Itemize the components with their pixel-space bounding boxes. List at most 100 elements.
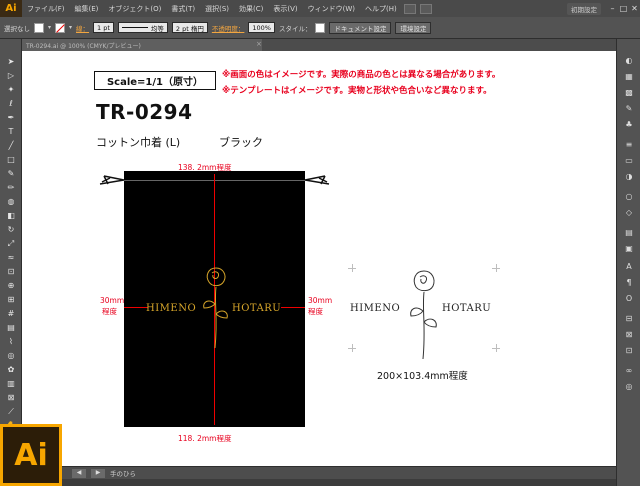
rotate-tool-icon[interactable]: ↻: [5, 225, 17, 235]
artboard-nav-next[interactable]: ▶: [91, 468, 105, 478]
workspace-switcher[interactable]: 初期設定: [567, 2, 601, 15]
menu-window[interactable]: ウィンドウ(W): [303, 4, 360, 14]
gradient-tool-icon[interactable]: ▤: [5, 323, 17, 333]
color-panel-icon[interactable]: ◐: [623, 55, 635, 66]
right-margin-label: 30mm: [308, 296, 333, 305]
shape-builder-icon[interactable]: ⊕: [5, 281, 17, 291]
paragraph-icon[interactable]: ¶: [623, 277, 635, 288]
menu-object[interactable]: オブジェクト(O): [103, 4, 166, 14]
links-icon[interactable]: ∞: [623, 365, 635, 376]
menu-type[interactable]: 書式(T): [166, 4, 200, 14]
bridge-icon[interactable]: [403, 3, 416, 14]
free-transform-icon[interactable]: ⊡: [5, 267, 17, 277]
left-margin-line: [124, 307, 148, 308]
logo-text-left: HIMENO: [146, 303, 197, 314]
brushes-icon[interactable]: ✎: [623, 103, 635, 114]
menu-bar: Ai ファイル(F) 編集(E) オブジェクト(O) 書式(T) 選択(S) 効…: [0, 0, 640, 17]
paintbrush-icon[interactable]: ✎: [5, 169, 17, 179]
style-label: スタイル：: [278, 24, 312, 33]
eraser-icon[interactable]: ◧: [5, 211, 17, 221]
opacity-field[interactable]: 100%: [248, 22, 275, 33]
maximize-icon[interactable]: □: [618, 4, 629, 13]
illustrator-window: Ai ファイル(F) 編集(E) オブジェクト(O) 書式(T) 選択(S) 効…: [0, 0, 640, 486]
selection-tool-icon[interactable]: ➤: [5, 57, 17, 67]
menu-edit[interactable]: 編集(E): [70, 4, 104, 14]
stroke-label[interactable]: 線：: [76, 23, 89, 33]
artboard-nav-first[interactable]: ◀: [72, 468, 86, 478]
pen-tool-icon[interactable]: ✒: [5, 113, 17, 123]
transform-icon[interactable]: ⊡: [623, 345, 635, 356]
stroke-weight-field[interactable]: 1 pt: [93, 22, 114, 33]
close-window-icon[interactable]: ✕: [629, 4, 640, 13]
pathfinder-icon[interactable]: ⊠: [623, 329, 635, 340]
stroke-preview: [121, 27, 148, 28]
current-tool-status[interactable]: 手のひら: [110, 468, 136, 478]
line-tool-icon[interactable]: ╱: [5, 141, 17, 151]
mesh-tool-icon[interactable]: #: [5, 309, 17, 319]
crop-mark: [496, 344, 497, 352]
navigator-icon[interactable]: ◎: [623, 381, 635, 392]
logo-preview-text-right: HOTARU: [442, 303, 492, 314]
arrange-documents-icon[interactable]: [419, 3, 432, 14]
menu-select[interactable]: 選択(S): [200, 4, 234, 14]
layers-icon[interactable]: ▤: [623, 227, 635, 238]
swatches-icon[interactable]: ▩: [623, 87, 635, 98]
symbol-sprayer-icon[interactable]: ✿: [5, 365, 17, 375]
product-code: TR-0294: [96, 100, 193, 124]
opentype-icon[interactable]: O: [623, 293, 635, 304]
eyedropper-icon[interactable]: ⌇: [5, 337, 17, 347]
brush-definition[interactable]: 2 pt 楕円: [171, 22, 208, 33]
color-disclaimer: ※画面の色はイメージです。実際の商品の色とは異なる場合があります。: [222, 70, 501, 80]
close-icon[interactable]: ×: [256, 40, 262, 48]
perspective-grid-icon[interactable]: ⊞: [5, 295, 17, 305]
type-tool-icon[interactable]: T: [5, 127, 17, 137]
logo-size-label: 200×103.4mm程度: [377, 371, 468, 382]
variable-width-profile[interactable]: 均等: [117, 22, 168, 33]
menu-effect[interactable]: 効果(C): [234, 4, 268, 14]
logo-preview-text-left: HIMENO: [350, 303, 401, 314]
document-tab[interactable]: TR-0294.ai @ 100% (CMYK/プレビュー): [22, 39, 262, 51]
align-icon[interactable]: ⊟: [623, 313, 635, 324]
stroke-panel-icon[interactable]: ≡: [623, 139, 635, 150]
minimize-icon[interactable]: –: [607, 4, 618, 13]
scale-tool-icon[interactable]: ⤢: [5, 239, 17, 249]
gradient-panel-icon[interactable]: ▭: [623, 155, 635, 166]
menu-file[interactable]: ファイル(F): [22, 4, 70, 14]
character-icon[interactable]: A: [623, 261, 635, 272]
color-guide-icon[interactable]: ▦: [623, 71, 635, 82]
magic-wand-icon[interactable]: ✦: [5, 85, 17, 95]
opacity-label[interactable]: 不透明度：: [212, 23, 245, 33]
status-bar: ◀ ▶ 手のひら: [22, 466, 616, 479]
graphic-style-swatch[interactable]: [315, 22, 326, 33]
menu-view[interactable]: 表示(V): [268, 4, 302, 14]
pencil-icon[interactable]: ✏: [5, 183, 17, 193]
slice-tool-icon[interactable]: ⟋: [5, 407, 17, 417]
rectangle-tool-icon[interactable]: □: [5, 155, 17, 165]
chevron-down-icon[interactable]: ▾: [69, 24, 72, 31]
artboards-icon[interactable]: ▣: [623, 243, 635, 254]
graphic-styles-icon[interactable]: ◇: [623, 207, 635, 218]
control-bar: 選択なし ▾ ▾ 線： 1 pt 均等 2 pt 楕円 不透明度： 100% ス…: [0, 17, 640, 39]
fill-swatch[interactable]: [34, 22, 44, 33]
stroke-swatch[interactable]: [55, 22, 66, 33]
right-margin-label-2: 程度: [308, 307, 323, 316]
menu-help[interactable]: ヘルプ(H): [360, 4, 402, 14]
transparency-icon[interactable]: ◑: [623, 171, 635, 182]
direct-selection-tool-icon[interactable]: ▷: [5, 71, 17, 81]
right-margin-line: [281, 307, 305, 308]
preferences-button[interactable]: 環境設定: [395, 21, 432, 34]
symbols-icon[interactable]: ♣: [623, 119, 635, 130]
lasso-icon[interactable]: ℓ: [5, 99, 17, 109]
chevron-down-icon[interactable]: ▾: [48, 24, 51, 31]
warp-tool-icon[interactable]: ≈: [5, 253, 17, 263]
blob-brush-icon[interactable]: ◍: [5, 197, 17, 207]
left-margin-label-2: 程度: [102, 307, 117, 316]
scale-label: Scale=1/1（原寸）: [94, 71, 216, 90]
appearance-icon[interactable]: ○: [623, 191, 635, 202]
artboard-tool-icon[interactable]: ⊠: [5, 393, 17, 403]
blend-tool-icon[interactable]: ◎: [5, 351, 17, 361]
column-graph-icon[interactable]: ▥: [5, 379, 17, 389]
profile-label: 均等: [150, 24, 164, 33]
document-setup-button[interactable]: ドキュメント設定: [329, 21, 392, 34]
left-margin-label: 30mm: [100, 296, 125, 305]
